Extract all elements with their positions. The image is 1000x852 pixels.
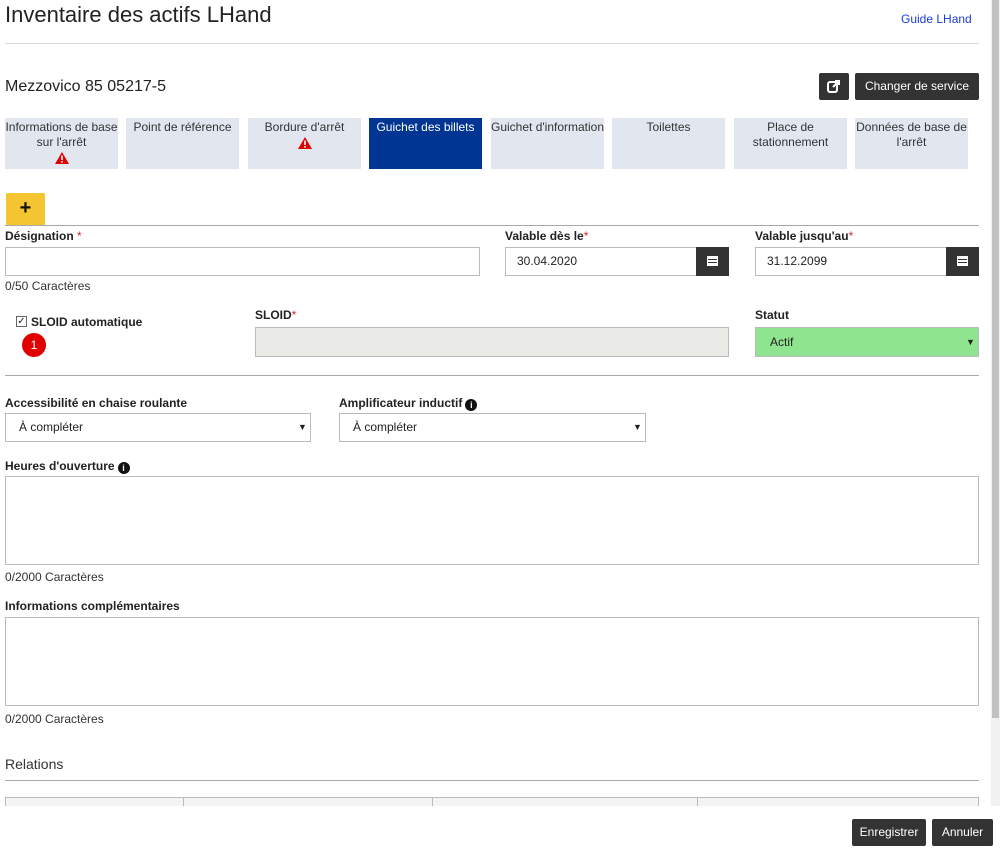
scrollbar-thumb[interactable] xyxy=(992,0,999,718)
opening-hours-label: Heures d'ouverture i xyxy=(5,459,130,474)
required-mark: * xyxy=(77,229,82,243)
tab-label: Bordure d'arrêt xyxy=(264,120,345,134)
inductive-select[interactable]: À compléter xyxy=(339,413,646,442)
tab-stop-edge[interactable]: Bordure d'arrêt xyxy=(248,118,361,169)
info-icon[interactable]: i xyxy=(117,462,130,474)
tab-label: Toilettes xyxy=(646,120,691,134)
tab-info-desk[interactable]: Guichet d'information xyxy=(491,118,604,169)
export-button[interactable] xyxy=(819,73,849,100)
add-button[interactable]: + xyxy=(6,193,45,226)
sloid-auto-checkbox[interactable]: ✓ xyxy=(16,316,27,327)
tab-label: Place de stationnement xyxy=(752,120,829,149)
status-value: Actif xyxy=(770,335,794,349)
sloid-auto-label: SLOID automatique xyxy=(31,315,143,329)
sloid-input[interactable] xyxy=(255,327,729,357)
tab-label: Point de référence xyxy=(133,120,232,134)
tab-label: Informations de base sur l'arrêt xyxy=(5,120,118,149)
status-select[interactable]: Actif xyxy=(755,327,979,357)
tab-parking[interactable]: Place de stationnement xyxy=(734,118,847,169)
info-icon[interactable]: i xyxy=(465,399,478,411)
save-button[interactable]: Enregistrer xyxy=(852,819,926,846)
relations-divider xyxy=(5,780,979,781)
chevron-down-icon: ▼ xyxy=(633,422,642,432)
notification-badge: 1 xyxy=(22,333,46,357)
tab-label: Guichet d'information xyxy=(491,120,605,134)
stop-name: Mezzovico 85 05217-5 xyxy=(5,78,166,95)
designation-counter: 0/50 Caractères xyxy=(5,279,91,293)
form-divider xyxy=(5,225,979,226)
required-mark: * xyxy=(848,229,854,243)
additional-info-counter: 0/2000 Caractères xyxy=(5,712,104,726)
warning-icon xyxy=(54,152,69,164)
valid-until-label: Valable jusqu'au* xyxy=(755,229,854,243)
required-mark: * xyxy=(291,308,297,322)
opening-hours-counter: 0/2000 Caractères xyxy=(5,570,104,584)
tab-stop-master-data[interactable]: Données de base de l'arrêt xyxy=(855,118,968,169)
wheelchair-value: À compléter xyxy=(19,420,84,434)
opening-hours-textarea[interactable] xyxy=(5,476,979,565)
external-link-icon xyxy=(827,80,840,93)
valid-from-calendar-button[interactable] xyxy=(696,247,729,276)
valid-until-calendar-button[interactable] xyxy=(946,247,979,276)
tab-ticket-counter[interactable]: Guichet des billets xyxy=(369,118,482,169)
guide-link[interactable]: Guide LHand xyxy=(901,12,972,26)
tab-toilets[interactable]: Toilettes xyxy=(612,118,725,169)
relations-title: Relations xyxy=(5,756,64,772)
designation-label: Désignation * xyxy=(5,229,82,243)
valid-from-label: Valable dès le* xyxy=(505,229,589,243)
calendar-icon xyxy=(957,256,968,266)
chevron-down-icon: ▼ xyxy=(298,422,307,432)
tab-label: Données de base de l'arrêt xyxy=(856,120,967,149)
tab-basic-info[interactable]: Informations de base sur l'arrêt xyxy=(5,118,118,169)
change-service-button[interactable]: Changer de service xyxy=(855,73,979,100)
header-divider xyxy=(5,43,979,44)
inductive-value: À compléter xyxy=(353,420,418,434)
section-divider xyxy=(5,375,979,376)
inductive-label: Amplificateur inductif i xyxy=(339,396,478,411)
additional-info-textarea[interactable] xyxy=(5,617,979,706)
wheelchair-label: Accessibilité en chaise roulante xyxy=(5,396,188,410)
warning-icon xyxy=(297,137,312,149)
tab-reference-point[interactable]: Point de référence xyxy=(126,118,239,169)
sloid-label: SLOID* xyxy=(255,308,297,322)
valid-from-input[interactable]: 30.04.2020 xyxy=(505,247,697,276)
required-mark: * xyxy=(583,229,589,243)
valid-until-input[interactable]: 31.12.2099 xyxy=(755,247,947,276)
designation-input[interactable] xyxy=(5,247,480,276)
footer-bar xyxy=(0,806,1000,852)
additional-info-label: Informations complémentaires xyxy=(5,599,180,613)
chevron-down-icon: ▼ xyxy=(966,337,975,347)
wheelchair-select[interactable]: À compléter xyxy=(5,413,311,442)
calendar-icon xyxy=(707,256,718,266)
page-title: Inventaire des actifs LHand xyxy=(5,2,272,27)
cancel-button[interactable]: Annuler xyxy=(932,819,993,846)
status-label: Statut xyxy=(755,308,789,322)
tab-label: Guichet des billets xyxy=(376,120,475,134)
